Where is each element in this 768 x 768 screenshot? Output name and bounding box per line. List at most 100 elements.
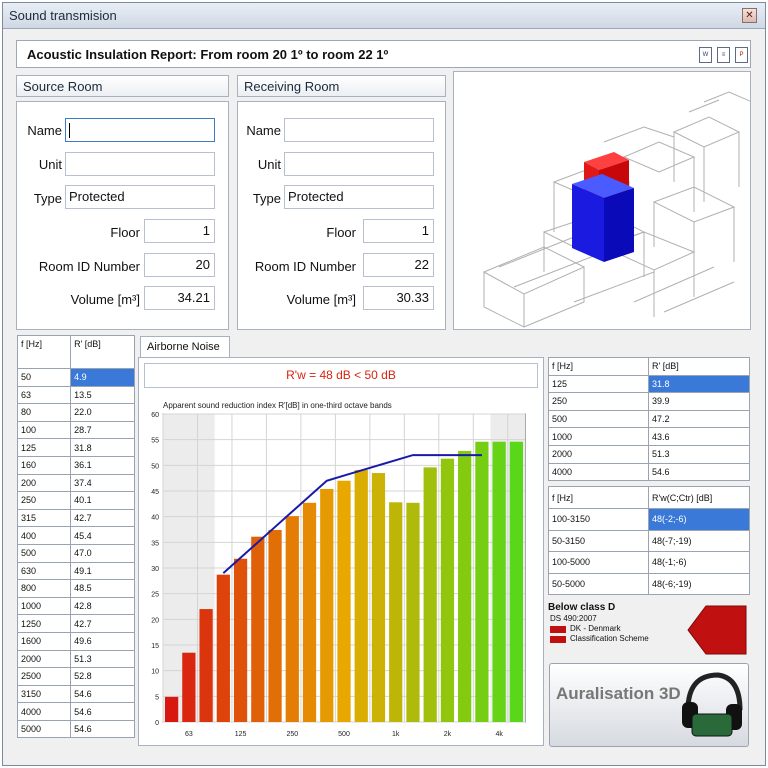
building-3d-view[interactable] [453,71,751,330]
x-tick-label: 125 [235,731,247,738]
table-row[interactable]: 125 31.8 [16,438,135,457]
third-octave-freq-cell: 100 [16,420,72,440]
table-row[interactable]: 50-3150 48(-7;-19) [548,529,750,552]
table-row[interactable]: 1000 42.8 [16,596,135,616]
receiving-type-field[interactable]: Protected [284,185,434,209]
table-row[interactable]: 315 42.7 [16,508,135,528]
auralisation-3d-button[interactable]: Auralisation 3D [549,663,749,747]
table-row[interactable]: 80 22.0 [16,403,135,422]
table-row[interactable]: 1250 42.7 [16,614,135,633]
spectrum-freq-cell: 50-5000 [548,572,649,595]
table-row[interactable]: 50-5000 48(-6;-19) [548,572,750,595]
third-octave-freq-cell: 125 [16,438,72,457]
export-document-icon[interactable]: ≡ [717,47,730,63]
third-octave-value-cell: 37.4 [70,473,135,493]
table-row[interactable]: 4000 54.6 [16,702,135,721]
bar-5000 [509,441,523,722]
table-row[interactable]: 100-5000 48(-1;-6) [548,551,750,574]
spectrum-freq-cell: 100-3150 [548,508,649,531]
table-row[interactable]: 100-3150 48(-2;-6) [548,508,750,531]
table-row[interactable]: 630 49.1 [16,561,135,581]
octave-value-cell: 39.9 [648,392,750,411]
source-floor-field[interactable]: 1 [144,219,215,243]
y-tick-label: 20 [151,617,159,624]
pdf-document-icon[interactable]: P [735,47,748,63]
table-header: f [Hz] [16,335,72,369]
bar-63 [182,652,196,722]
receiving-unit-field[interactable] [284,152,434,176]
source-name-field[interactable] [65,118,215,142]
report-header: Acoustic Insulation Report: From room 20… [16,40,751,68]
source-type-field[interactable]: Protected [65,185,215,209]
unit-label: Unit [257,157,281,172]
source-room-id-field[interactable]: 20 [144,253,215,277]
table-row[interactable]: 2000 51.3 [16,649,135,669]
table-row[interactable]: 4000 54.6 [548,462,750,482]
third-octave-freq-cell: 1600 [16,631,72,651]
third-octave-value-cell: 22.0 [70,403,135,422]
close-icon[interactable]: ✕ [742,8,757,23]
y-tick-label: 60 [151,412,159,419]
table-row[interactable]: 100 28.7 [16,420,135,440]
third-octave-freq-cell: 3150 [16,684,72,704]
table-row[interactable]: 400 45.4 [16,526,135,545]
room-id-label: Room ID Number [254,259,356,274]
table-row[interactable]: 800 48.5 [16,579,135,598]
table-row[interactable]: 500 47.0 [16,543,135,563]
table-row[interactable]: 2000 51.3 [548,444,750,464]
bar-125 [233,558,248,722]
building-wireframe [482,91,750,328]
spectrum-freq-cell: 50-3150 [548,529,649,552]
table-row[interactable]: 200 37.4 [16,473,135,493]
word-document-icon[interactable]: W [699,47,712,63]
third-octave-value-cell: 54.6 [70,684,135,704]
table-row[interactable]: 1600 49.6 [16,631,135,651]
table-row[interactable]: 250 40.1 [16,491,135,510]
table-row[interactable]: 50 4.9 [16,368,135,387]
bar-80 [199,609,213,722]
table-row[interactable]: 1000 43.6 [548,427,750,446]
unit-label: Unit [38,157,62,172]
receiving-name-field[interactable] [284,118,434,142]
table-row[interactable]: 125 31.8 [548,374,750,394]
third-octave-value-cell: 28.7 [70,420,135,440]
table-row[interactable]: 2500 52.8 [16,667,135,686]
octave-value-cell: 43.6 [648,427,750,446]
bar-4000 [492,441,506,722]
window-title: Sound transmision [9,8,117,23]
name-label: Name [246,123,281,138]
x-tick-label: 250 [286,731,298,738]
third-octave-freq-cell: 5000 [16,719,72,739]
third-octave-value-cell: 54.6 [70,719,135,739]
spectrum-value-cell: 48(-2;-6) [648,508,750,531]
third-octave-value-cell: 52.8 [70,667,135,686]
octave-freq-cell: 2000 [548,444,649,464]
tab-airborne-noise[interactable]: Airborne Noise [140,336,230,358]
receiving-volume-field[interactable]: 30.33 [363,286,434,310]
receiving-room-id-field[interactable]: 22 [363,253,434,277]
third-octave-value-cell: 48.5 [70,579,135,598]
class-country: DK - Denmark [570,624,621,633]
table-row[interactable]: 160 36.1 [16,455,135,475]
table-row[interactable]: 5000 54.6 [16,719,135,739]
table-row[interactable]: 250 39.9 [548,392,750,411]
table-row[interactable]: 500 47.2 [548,409,750,429]
table-row[interactable]: 63 13.5 [16,385,135,405]
third-octave-value-cell: 45.4 [70,526,135,545]
bar-50 [165,696,179,722]
third-octave-freq-cell: 800 [16,579,72,598]
y-tick-label: 15 [151,643,159,650]
octave-freq-cell: 125 [548,374,649,394]
y-tick-label: 45 [151,489,159,496]
class-standard: DS 490:2007 [550,614,597,623]
spectrum-adaptation-table: f [Hz] R'w(C;Ctr) [dB] 100-3150 48(-2;-6) 5… [548,486,750,595]
source-unit-field[interactable] [65,152,215,176]
type-label: Type [252,191,281,206]
table-header: R' [dB] [648,357,750,376]
table-row[interactable]: 3150 54.6 [16,684,135,704]
receiving-floor-field[interactable]: 1 [363,219,434,243]
bar-3150 [475,441,489,722]
table-header: f [Hz] [548,357,649,376]
source-volume-field[interactable]: 34.21 [144,286,215,310]
third-octave-value-cell: 54.6 [70,702,135,721]
